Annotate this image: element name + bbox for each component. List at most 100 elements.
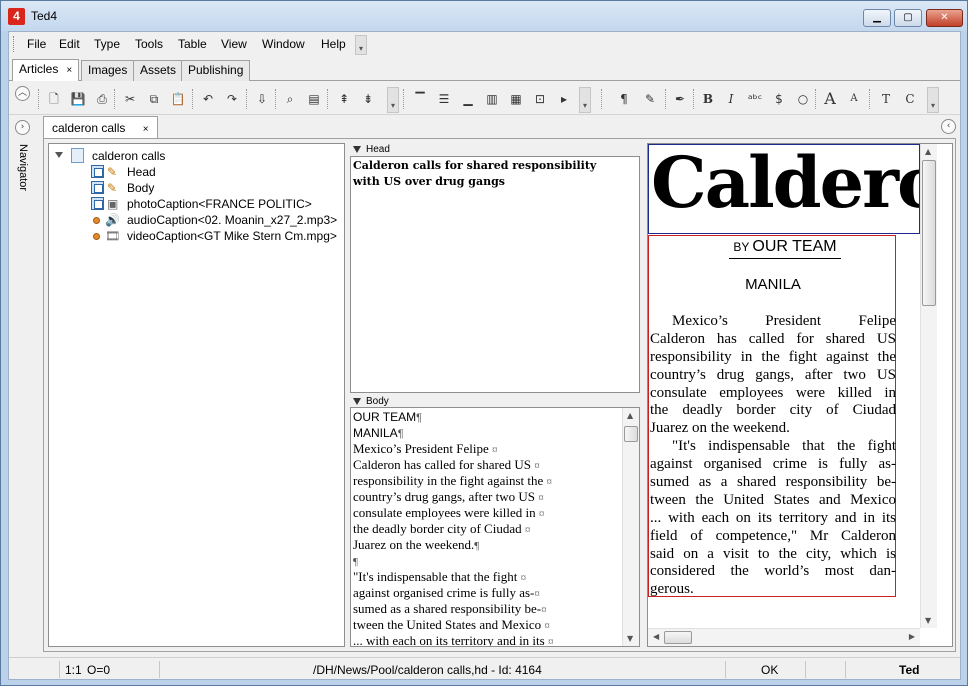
scroll-up-icon[interactable]: ▲ — [627, 411, 633, 420]
structure-tree: calderon calls ✎ Head ✎ Body ▣ photoCapt… — [48, 143, 345, 647]
save-icon[interactable]: 💾 — [69, 90, 87, 108]
scroll-down-icon[interactable]: ▼ — [925, 616, 931, 625]
print-icon[interactable]: ⎙ — [93, 90, 111, 108]
scroll-right-icon[interactable]: ▶ — [909, 632, 915, 641]
tab-articles[interactable]: Articles × — [12, 59, 80, 81]
case-icon[interactable]: C — [901, 90, 919, 108]
undo-icon[interactable]: ↶ — [199, 90, 217, 108]
redo-icon[interactable]: ↷ — [223, 90, 241, 108]
tab-assets[interactable]: Assets — [133, 60, 184, 81]
frame-icon[interactable]: ⊡ — [531, 90, 549, 108]
menu-overflow-chevron-icon[interactable]: ▾ — [355, 35, 367, 55]
align-middle-icon[interactable]: ☰ — [435, 90, 453, 108]
body-line: against organised crime is fully as-¤ — [353, 585, 625, 601]
tab-publishing[interactable]: Publishing — [181, 60, 251, 81]
scroll-down-icon[interactable]: ▼ — [627, 634, 633, 643]
maximize-button[interactable]: ▢ — [894, 9, 922, 27]
head-panel-header[interactable]: Head — [350, 143, 640, 156]
menu-view[interactable]: View — [221, 37, 247, 51]
find-icon[interactable]: ⌕ — [281, 90, 299, 108]
collapse-triangle-icon[interactable] — [353, 397, 361, 405]
import-icon[interactable]: ⇩ — [253, 90, 271, 108]
move-down-icon[interactable]: ⇟ — [359, 90, 377, 108]
preview-vertical-scrollbar[interactable]: ▲ ▼ — [920, 144, 937, 628]
preview-headline-frame[interactable]: Calderon — [648, 144, 920, 234]
tree-collapse-icon[interactable] — [55, 152, 63, 158]
preview-horizontal-scrollbar[interactable]: ◀ ▶ — [648, 628, 920, 646]
edit-icon: ✎ — [107, 181, 118, 195]
scroll-thumb[interactable] — [922, 160, 936, 306]
preview-body-frame[interactable]: BY OUR TEAM MANILA Mexico’s President Fel… — [648, 235, 896, 597]
body-line-text: consulate employees were killed in — [353, 505, 539, 520]
body-line: "It's indispensable that the fight ¤ — [353, 569, 625, 585]
article-tab-close-icon[interactable]: × — [143, 124, 149, 135]
formatting-mark: ¤ — [492, 444, 498, 456]
tree-item-label: Body — [127, 181, 155, 195]
text-icon[interactable]: T — [877, 90, 895, 108]
bold-icon[interactable]: B — [699, 90, 717, 108]
pilcrow-icon[interactable]: ¶ — [615, 90, 633, 108]
formatting-mark: ¤ — [546, 476, 553, 488]
paste-icon[interactable]: 📋 — [169, 90, 187, 108]
article-workspace: calderon calls ✎ Head ✎ Body ▣ photoCapt… — [43, 138, 956, 652]
body-line-text: OUR TEAM — [353, 410, 417, 424]
head-text-editor[interactable]: Calderon calls for shared responsibility… — [350, 156, 640, 393]
cut-icon[interactable]: ✂ — [121, 90, 139, 108]
scroll-up-icon[interactable]: ▲ — [925, 147, 931, 156]
scroll-left-icon[interactable]: ◀ — [653, 632, 659, 641]
menu-tools[interactable]: Tools — [135, 37, 163, 51]
close-button[interactable]: ✕ — [926, 9, 963, 27]
toolbar-overflow-chevron-icon-2[interactable]: ▾ — [579, 87, 591, 113]
dollar-icon[interactable]: $ — [770, 90, 788, 108]
byline-name: OUR TEAM — [752, 238, 837, 255]
app-logo-icon: 4 — [8, 8, 25, 25]
properties-icon[interactable]: ▤ — [305, 90, 323, 108]
menu-file[interactable]: File — [27, 37, 46, 51]
move-up-icon[interactable]: ⇞ — [335, 90, 353, 108]
layout-preview: Calderon BYOUR TEAM MANILA Mexico’s Pres… — [647, 143, 953, 647]
collapse-triangle-icon[interactable] — [353, 145, 361, 153]
toolbar-overflow-chevron-icon-3[interactable]: ▾ — [927, 87, 939, 113]
align-top-icon[interactable]: ▔ — [411, 90, 429, 108]
toolbar-overflow-chevron-icon[interactable]: ▾ — [387, 87, 399, 113]
menu-type[interactable]: Type — [94, 37, 120, 51]
tree-item-photo-caption[interactable]: ▣ photoCaption<FRANCE POLITIC> — [49, 196, 339, 212]
distribute-icon[interactable]: ▥ — [483, 90, 501, 108]
tree-item-video-caption[interactable]: 🎞 videoCaption<GT Mike Stern Cm.mpg> — [49, 228, 339, 244]
menu-grip[interactable] — [13, 36, 16, 52]
font-smaller-icon[interactable]: A — [845, 90, 863, 108]
tree-item-audio-caption[interactable]: 🔊 audioCaption<02. Moanin_x27_2.mp3> — [49, 212, 339, 228]
font-larger-icon[interactable]: A — [821, 90, 839, 108]
menu-help[interactable]: Help — [321, 37, 346, 51]
right-panel-toggle-icon[interactable]: ‹ — [941, 119, 956, 134]
tab-articles-close-icon[interactable]: × — [66, 65, 72, 76]
body-text-editor[interactable]: OUR TEAM¶ MANILA¶ Mexico’s President Felip… — [350, 407, 640, 647]
collapse-toolbar-icon[interactable]: ︿ — [15, 86, 30, 101]
body-scrollbar[interactable]: ▲ ▼ — [622, 408, 639, 646]
align-bottom-icon[interactable]: ▁ — [459, 90, 477, 108]
body-line: Calderon has called for shared US ¤ — [353, 457, 625, 473]
navigator-tab[interactable]: Navigator — [9, 144, 39, 204]
circle-icon[interactable]: ○ — [794, 90, 812, 108]
tree-item-body[interactable]: ✎ Body — [49, 180, 339, 196]
tree-item-label: Head — [127, 165, 156, 179]
tree-item-head[interactable]: ✎ Head — [49, 164, 339, 180]
scroll-thumb[interactable] — [664, 631, 692, 644]
pen-icon[interactable]: ✎ — [641, 90, 659, 108]
nib-icon[interactable]: ✒ — [671, 90, 689, 108]
menu-edit[interactable]: Edit — [59, 37, 80, 51]
copy-icon[interactable]: ⧉ — [145, 90, 163, 108]
spell-icon[interactable]: ᵃᵇᶜ — [746, 90, 764, 108]
scroll-thumb[interactable] — [624, 426, 638, 442]
tab-images[interactable]: Images — [81, 60, 135, 81]
tab-article[interactable]: calderon calls × — [43, 116, 158, 139]
group-icon[interactable]: ▦ — [507, 90, 525, 108]
new-icon[interactable]: 🗋 — [45, 90, 63, 108]
navigator-expand-icon[interactable]: › — [15, 120, 30, 135]
italic-icon[interactable]: I — [722, 90, 740, 108]
tree-root[interactable]: calderon calls — [49, 148, 339, 164]
minimize-button[interactable]: ▁ — [863, 9, 891, 27]
menu-table[interactable]: Table — [178, 37, 207, 51]
menu-window[interactable]: Window — [262, 37, 305, 51]
play-icon[interactable]: ▸ — [555, 90, 573, 108]
